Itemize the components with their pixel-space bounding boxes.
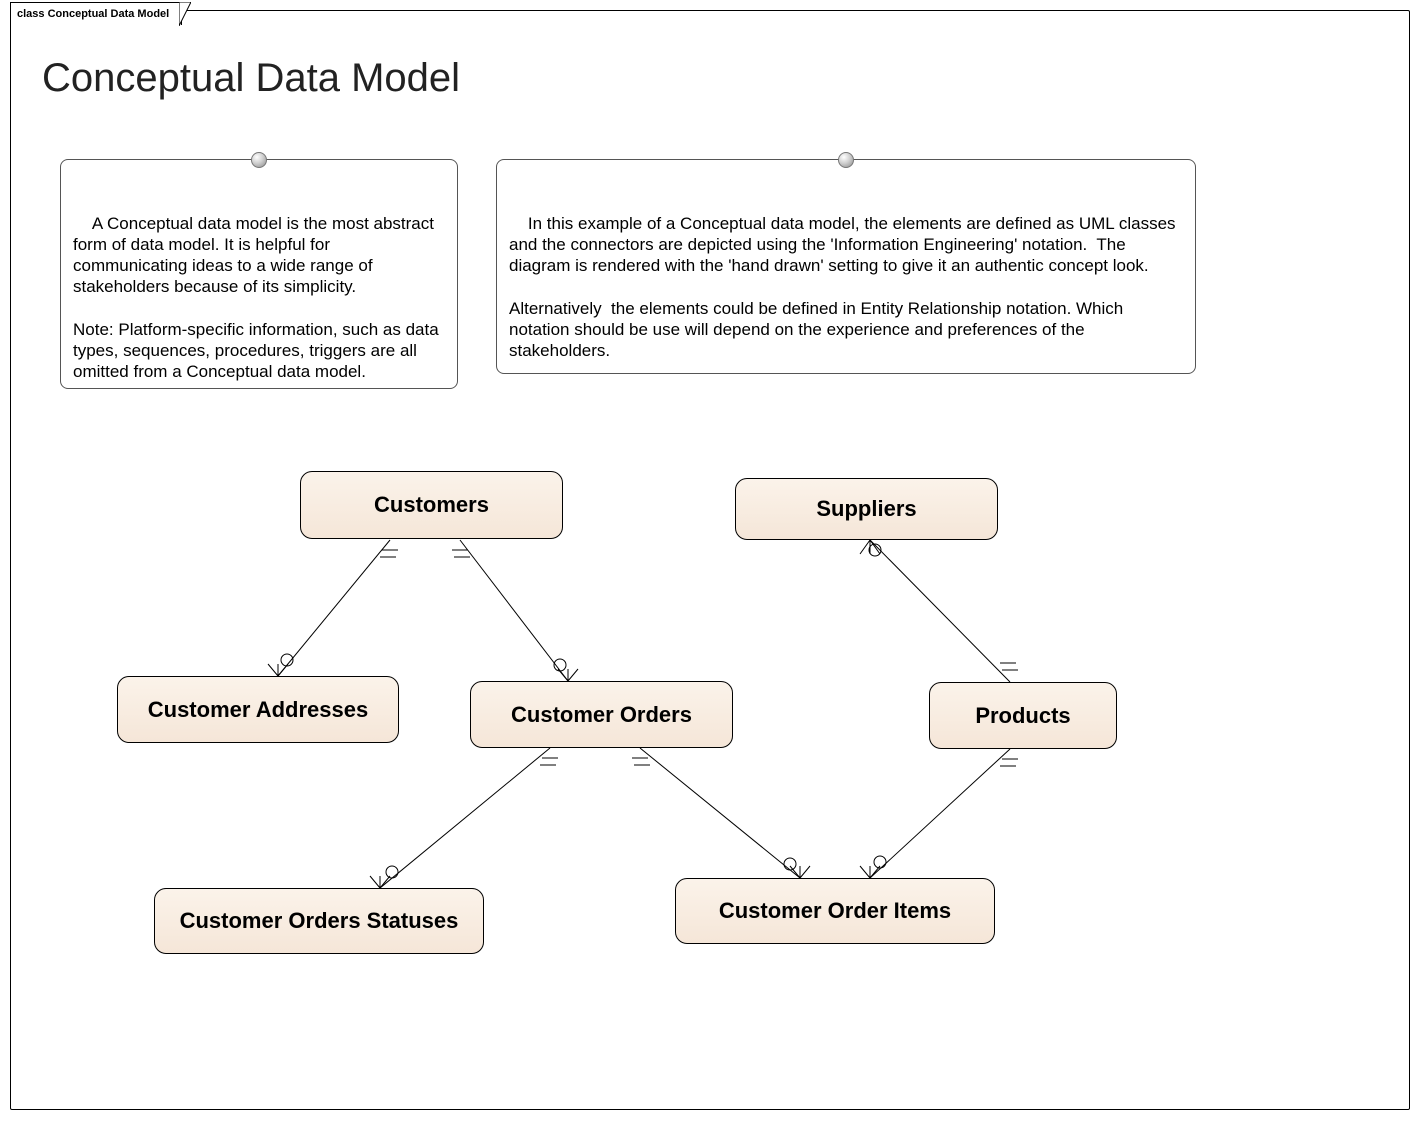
diagram-frame: class Conceptual Data Model Conceptual D… — [0, 0, 1423, 1121]
note-left-text: A Conceptual data model is the most abst… — [73, 214, 443, 382]
diagram-tab: class Conceptual Data Model — [10, 2, 182, 25]
entity-label: Customer Orders — [511, 702, 692, 728]
entity-label: Customers — [374, 492, 489, 518]
entity-label: Suppliers — [816, 496, 916, 522]
pushpin-icon — [251, 152, 267, 168]
note-left: A Conceptual data model is the most abst… — [60, 159, 458, 389]
entity-label: Products — [975, 703, 1070, 729]
diagram-tab-label: class Conceptual Data Model — [17, 8, 169, 20]
entity-label: Customer Addresses — [148, 697, 368, 723]
entity-customer-addresses[interactable]: Customer Addresses — [117, 676, 399, 743]
entity-label: Customer Order Items — [719, 898, 951, 924]
entity-customer-orders[interactable]: Customer Orders — [470, 681, 733, 748]
pushpin-icon — [838, 152, 854, 168]
note-right-text: In this example of a Conceptual data mod… — [509, 214, 1180, 361]
entity-products[interactable]: Products — [929, 682, 1117, 749]
diagram-title: Conceptual Data Model — [42, 56, 460, 101]
entity-customers[interactable]: Customers — [300, 471, 563, 539]
entity-customer-order-items[interactable]: Customer Order Items — [675, 878, 995, 944]
note-right: In this example of a Conceptual data mod… — [496, 159, 1196, 374]
entity-customer-orders-statuses[interactable]: Customer Orders Statuses — [154, 888, 484, 954]
tab-corner-icon — [179, 2, 191, 26]
entity-suppliers[interactable]: Suppliers — [735, 478, 998, 540]
entity-label: Customer Orders Statuses — [180, 908, 459, 934]
